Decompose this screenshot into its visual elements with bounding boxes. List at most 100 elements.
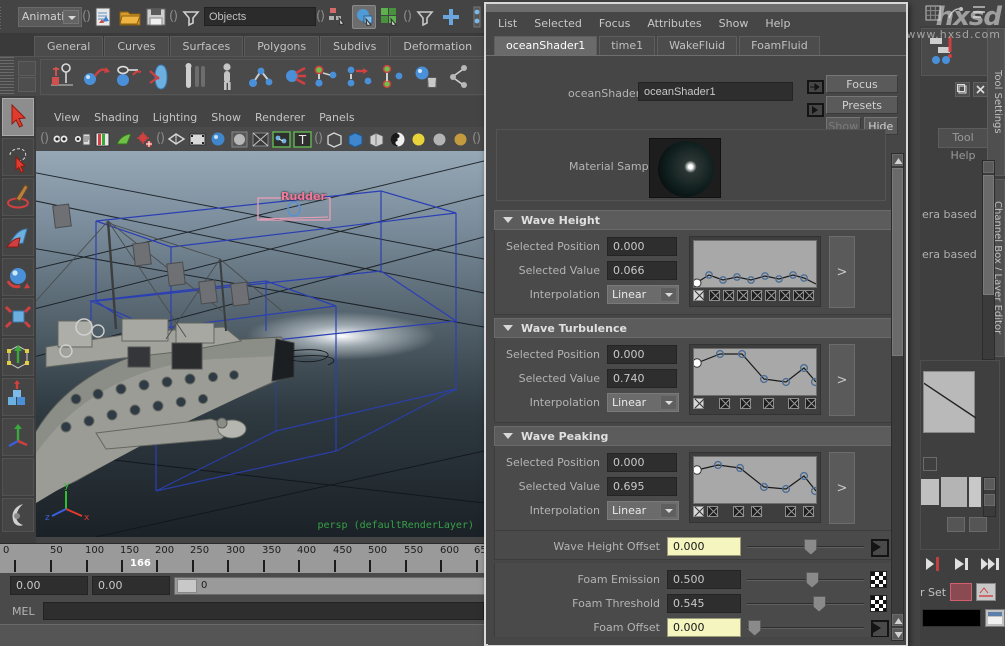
expand-selection-icon[interactable]	[439, 5, 463, 29]
foam-threshold-field[interactable]: 0.545	[667, 593, 741, 613]
shelf-nav-buttons[interactable]	[18, 60, 38, 94]
ramp-marker[interactable]	[709, 290, 720, 301]
textured-icon[interactable]	[272, 130, 291, 149]
select-by-object-icon[interactable]	[352, 4, 376, 29]
statusline-divider-2[interactable]	[169, 5, 178, 29]
statusline-divider-1[interactable]	[82, 5, 91, 29]
load-attributes-icon[interactable]	[806, 79, 826, 95]
show-output-icon[interactable]	[806, 102, 826, 118]
shelf-tab-curves[interactable]: Curves	[104, 36, 169, 56]
range-start-field[interactable]: 0.00	[10, 576, 88, 595]
menu-set-dropdown[interactable]: Animation	[17, 6, 82, 27]
ik-handle-icon[interactable]	[80, 61, 111, 92]
section-header-wave-peaking[interactable]: Wave Peaking	[494, 426, 892, 446]
section-header-wave-turbulence[interactable]: Wave Turbulence	[494, 318, 892, 338]
ae-menu-attributes[interactable]: Attributes	[647, 17, 701, 30]
ramp-marker[interactable]	[719, 398, 730, 409]
ramp-marker[interactable]	[733, 506, 744, 517]
wireframe-icon[interactable]	[167, 130, 186, 149]
ramp-marker[interactable]	[707, 506, 718, 517]
go-to-end-button[interactable]	[980, 556, 1002, 575]
snap-point-icon[interactable]	[969, 3, 989, 23]
range-end-field[interactable]: 0.00	[92, 576, 170, 595]
connect-joint-icon[interactable]	[344, 61, 375, 92]
restore-icon[interactable]	[955, 82, 970, 97]
ramp-marker[interactable]	[788, 398, 799, 409]
ramp-marker[interactable]	[805, 398, 816, 409]
shelf-nav-up[interactable]	[18, 61, 36, 76]
vp-divider-4[interactable]	[472, 127, 481, 151]
filmgate-icon[interactable]	[188, 130, 207, 149]
select-tool[interactable]	[2, 98, 34, 136]
material-sample-swatch[interactable]	[649, 138, 721, 198]
interpolation-dropdown[interactable]: Linear	[607, 393, 679, 412]
ae-menu-focus[interactable]: Focus	[599, 17, 630, 30]
ramp-marker[interactable]	[751, 506, 762, 517]
focus-button[interactable]: Focus	[826, 75, 898, 93]
selected-value-field[interactable]: 0.695	[607, 477, 677, 496]
paint-select-tool[interactable]	[2, 178, 34, 216]
viewport-menu-lighting[interactable]: Lighting	[153, 111, 197, 124]
statusline-divider-3[interactable]	[316, 5, 325, 29]
ae-menu-selected[interactable]: Selected	[534, 17, 582, 30]
light3-icon[interactable]	[451, 130, 470, 149]
anim-layer-icon[interactable]	[950, 583, 973, 601]
vp-divider-2[interactable]	[156, 127, 165, 151]
ramp-marker[interactable]	[763, 398, 774, 409]
shelf-nav-down[interactable]	[18, 77, 36, 92]
save-scene-icon[interactable]	[144, 5, 168, 29]
selected-position-field[interactable]: 0.000	[607, 237, 677, 256]
light1-icon[interactable]	[409, 130, 428, 149]
wave-height-offset-slider[interactable]	[747, 537, 864, 556]
viewport-menu-shading[interactable]: Shading	[94, 111, 139, 124]
foam-offset-map-button[interactable]	[870, 618, 889, 637]
soft-modification-tool[interactable]	[2, 378, 34, 416]
time-slider[interactable]: 0 50 100 150 200 250 300 350 400 450 500…	[0, 543, 493, 573]
ramp-marker[interactable]	[693, 290, 704, 301]
selected-value-field[interactable]: 0.740	[607, 369, 677, 388]
lasso-select-tool[interactable]	[2, 138, 34, 176]
render-region-icon[interactable]	[135, 130, 154, 149]
section-header-wave-height[interactable]: Wave Height	[494, 210, 892, 230]
flat-shade-icon[interactable]	[230, 130, 249, 149]
ik-chain-icon[interactable]	[278, 61, 309, 92]
snap-curve-icon[interactable]	[946, 3, 966, 23]
ramp-expand-button-wave-height[interactable]: >	[829, 236, 855, 308]
shelf-tab-polygons[interactable]: Polygons	[244, 36, 320, 56]
tab-tool-settings[interactable]: Tool Settings	[987, 28, 1005, 176]
layer-scrollbar[interactable]	[983, 477, 996, 517]
layer-swatch-1[interactable]	[921, 479, 939, 505]
ramp-marker[interactable]	[693, 398, 704, 409]
command-line-input[interactable]	[42, 602, 484, 620]
ramp-expand-button-wave-peaking[interactable]: >	[829, 452, 855, 524]
selection-filter-icon[interactable]	[413, 5, 437, 29]
scrollbar-thumb[interactable]	[983, 175, 994, 295]
ramp-marker[interactable]	[765, 290, 776, 301]
select-by-component-icon[interactable]	[378, 5, 402, 29]
layer-prev-button[interactable]	[947, 517, 965, 532]
shelf-tab-general[interactable]: General	[34, 36, 104, 56]
book-icon[interactable]	[93, 130, 112, 149]
selection-mask-field[interactable]	[204, 7, 316, 26]
selection-mask-icon[interactable]	[179, 5, 203, 29]
shelf-grip[interactable]	[0, 56, 14, 97]
xray-joints-icon[interactable]	[346, 130, 365, 149]
ae-tab-foamfluid[interactable]: FoamFluid	[739, 36, 820, 55]
scale-tool[interactable]	[2, 298, 34, 336]
shelf-tab-deformation[interactable]: Deformation	[390, 36, 486, 56]
ramp-marker[interactable]	[785, 506, 796, 517]
interpolation-dropdown[interactable]: Linear	[607, 285, 679, 304]
ae-menu-help[interactable]: Help	[765, 17, 790, 30]
ramp-marker[interactable]	[803, 290, 814, 301]
tool-settings-scrollbar[interactable]	[982, 160, 995, 360]
foam-emission-field[interactable]: 0.500	[667, 569, 741, 589]
ae-menu-list[interactable]: List	[498, 17, 517, 30]
vp-divider-3[interactable]	[314, 127, 323, 151]
ae-tab-time1[interactable]: time1	[599, 36, 656, 55]
selected-value-field[interactable]: 0.066	[607, 261, 677, 280]
viewport-menu-renderer[interactable]: Renderer	[255, 111, 305, 124]
wave-height-offset-field[interactable]: 0.000	[667, 536, 741, 556]
scroll-down-arrow[interactable]	[892, 628, 903, 640]
interpolation-dropdown[interactable]: Linear	[607, 501, 679, 520]
ramp-marker[interactable]	[723, 290, 734, 301]
